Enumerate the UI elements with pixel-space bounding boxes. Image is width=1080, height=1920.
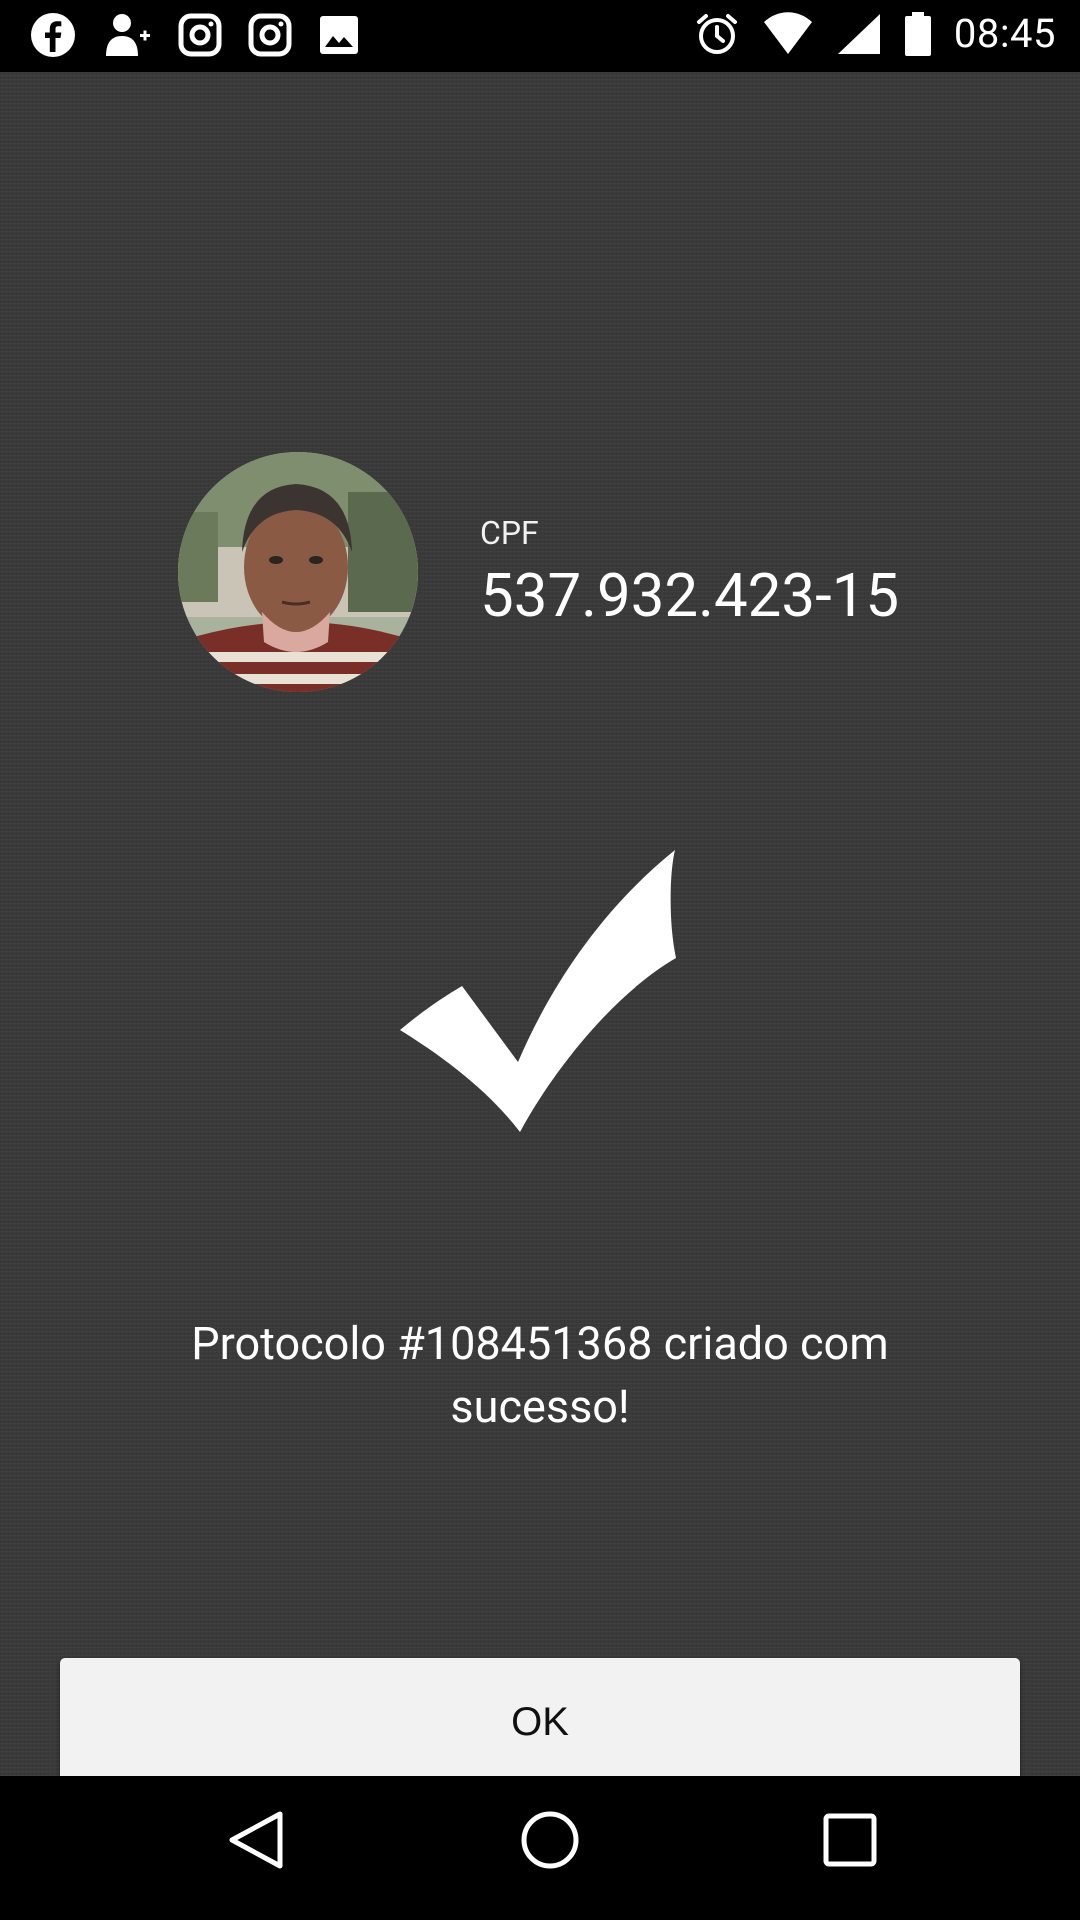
facebook-icon: [31, 13, 75, 57]
cpf-label: CPF: [480, 514, 539, 552]
battery-icon: [904, 11, 931, 56]
notification-icons: [30, 12, 360, 58]
instagram-icon: [248, 13, 292, 57]
avatar-photo: [178, 452, 418, 692]
system-indicators: 08:45: [694, 10, 1056, 57]
status-bar: 08:45: [0, 0, 1080, 72]
main-content: CPF 537.932.423-15 Protocolo #108451368 …: [0, 72, 1080, 1787]
alarm-icon: [696, 13, 737, 54]
wifi-icon: [763, 11, 812, 54]
checkmark-icon: [400, 850, 676, 1132]
success-message: Protocolo #108451368 criado com sucesso!: [191, 1317, 889, 1433]
cpf-block: CPF 537.932.423-15: [480, 514, 899, 631]
instagram-icon: [178, 13, 222, 57]
home-icon[interactable]: [518, 1808, 582, 1872]
ok-button[interactable]: OK: [60, 1658, 1020, 1787]
gallery-icon: [320, 16, 358, 54]
clock: 08:45: [953, 10, 1056, 57]
signal-icon: [837, 13, 880, 54]
add-contact-icon: [106, 14, 150, 56]
cpf-value: 537.932.423-15: [480, 560, 900, 631]
avatar: [178, 452, 418, 692]
recents-icon[interactable]: [818, 1808, 882, 1872]
back-icon[interactable]: [224, 1808, 288, 1872]
navigation-bar: [0, 1776, 1080, 1920]
